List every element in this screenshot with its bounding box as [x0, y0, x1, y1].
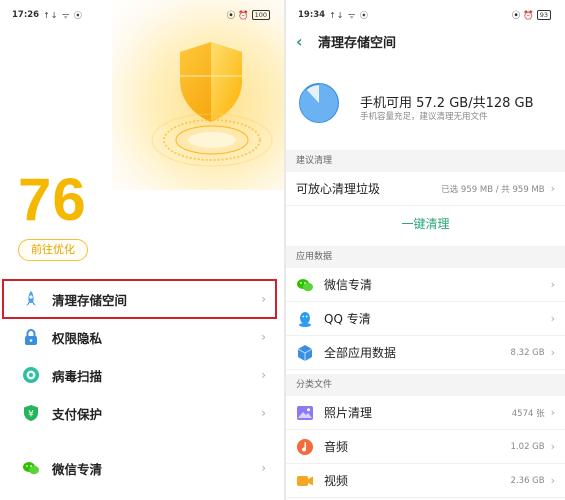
wechat-icon	[22, 459, 40, 477]
file-item-size: 4574 张	[511, 408, 545, 419]
file-item-size: 1.02 GB	[510, 441, 545, 452]
file-item-label: 照片清理	[324, 406, 373, 420]
security-home-screen: 17:26 ↑↓ ᯤ ⦿ ⦿ ⏰ 100 76 前往优化 清理存储空间 › 权限…	[0, 0, 284, 500]
one-click-clean-button[interactable]: 一键清理	[286, 207, 565, 241]
wechat-icon	[296, 276, 314, 294]
status-time: 19:34	[298, 10, 326, 20]
svg-text:¥: ¥	[28, 410, 34, 420]
storage-available: 手机可用 57.2 GB/共128 GB	[360, 96, 534, 111]
storage-pie-icon	[299, 83, 339, 123]
status-bar: 17:26 ↑↓ ᯤ ⦿ ⦿ ⏰ 100	[12, 8, 270, 22]
video-icon	[296, 472, 314, 490]
back-arrow-icon[interactable]: ‹	[296, 32, 310, 51]
chevron-right-icon: ›	[261, 368, 266, 382]
chevron-right-icon: ›	[550, 278, 555, 291]
section-header: 应用数据	[286, 246, 565, 268]
file-item-audio[interactable]: 音频 1.02 GB ›	[286, 430, 565, 464]
alarm-icon: ⦿ ⏰	[511, 11, 534, 21]
chevron-right-icon: ›	[261, 330, 266, 344]
list-item-virus-scan[interactable]: 病毒扫描 ›	[0, 356, 284, 394]
scan-icon	[22, 366, 40, 384]
list-item-label: 清理存储空间	[52, 292, 128, 308]
junk-label: 可放心清理垃圾	[296, 182, 381, 196]
app-item-label: 微信专清	[324, 278, 373, 292]
junk-size: 已选 959 MB / 共 959 MB	[441, 184, 545, 195]
battery-icon: 93	[536, 10, 551, 20]
qq-icon	[296, 310, 314, 328]
section-header: 分类文件	[286, 374, 565, 396]
chevron-right-icon: ›	[261, 292, 266, 306]
signal-icons: ↑↓ ᯤ ⦿	[43, 10, 83, 20]
list-item-label: 支付保护	[52, 406, 103, 422]
alarm-icon: ⦿ ⏰	[226, 11, 249, 21]
list-item-clean-storage[interactable]: 清理存储空间 ›	[0, 280, 284, 318]
file-item-label: 音频	[324, 440, 349, 454]
chevron-right-icon: ›	[550, 346, 555, 359]
chevron-right-icon: ›	[261, 406, 266, 420]
rocket-icon	[22, 290, 40, 308]
app-item-qq[interactable]: QQ 专清 ›	[286, 302, 565, 336]
chevron-right-icon: ›	[550, 182, 555, 195]
list-item-payment-protect[interactable]: ¥ 支付保护 ›	[0, 394, 284, 432]
page-title: 清理存储空间	[318, 35, 397, 51]
status-time: 17:26	[12, 10, 40, 20]
file-item-size: 2.36 GB	[510, 475, 545, 486]
app-item-label: 全部应用数据	[324, 346, 397, 360]
payment-shield-icon: ¥	[22, 404, 40, 422]
battery-icon: 100	[251, 10, 270, 20]
photo-icon	[296, 404, 314, 422]
app-item-size: 8.32 GB	[510, 347, 545, 358]
signal-icons: ↑↓ ᯤ ⦿	[329, 10, 369, 20]
chevron-right-icon: ›	[550, 440, 555, 453]
app-item-wechat[interactable]: 微信专清 ›	[286, 268, 565, 302]
file-item-photos[interactable]: 照片清理 4574 张 ›	[286, 396, 565, 430]
junk-clean-row[interactable]: 可放心清理垃圾 已选 959 MB / 共 959 MB ›	[286, 172, 565, 206]
app-item-label: QQ 专清	[324, 312, 371, 326]
security-score: 76	[18, 166, 87, 233]
storage-summary: 手机可用 57.2 GB/共128 GB 手机容量充足，建议清理无用文件	[298, 82, 555, 128]
chevron-right-icon: ›	[550, 474, 555, 487]
chevron-right-icon: ›	[261, 461, 266, 475]
clean-storage-screen: 19:34 ↑↓ ᯤ ⦿ ⦿ ⏰ 93 ‹ 清理存储空间 手机可用 57.2 G…	[286, 0, 565, 500]
list-item-label: 微信专清	[52, 461, 103, 477]
file-item-label: 视频	[324, 474, 349, 488]
glow-rings	[151, 113, 273, 167]
status-bar: 19:34 ↑↓ ᯤ ⦿ ⦿ ⏰ 93	[298, 8, 551, 22]
chevron-right-icon: ›	[550, 406, 555, 419]
cube-icon	[296, 344, 314, 362]
list-item-label: 病毒扫描	[52, 368, 103, 384]
optimize-button[interactable]: 前往优化	[18, 239, 88, 261]
list-item-wechat-clean[interactable]: 微信专清 ›	[0, 449, 284, 487]
chevron-right-icon: ›	[550, 312, 555, 325]
title-bar: ‹ 清理存储空间	[286, 30, 565, 52]
app-item-all-data[interactable]: 全部应用数据 8.32 GB ›	[286, 336, 565, 370]
storage-hint: 手机容量充足，建议清理无用文件	[360, 112, 488, 122]
list-item-label: 权限隐私	[52, 330, 103, 346]
lock-icon	[22, 328, 40, 346]
music-icon	[296, 438, 314, 456]
file-item-video[interactable]: 视频 2.36 GB ›	[286, 464, 565, 498]
section-header: 建议清理	[286, 150, 565, 172]
list-item-privacy[interactable]: 权限隐私 ›	[0, 318, 284, 356]
